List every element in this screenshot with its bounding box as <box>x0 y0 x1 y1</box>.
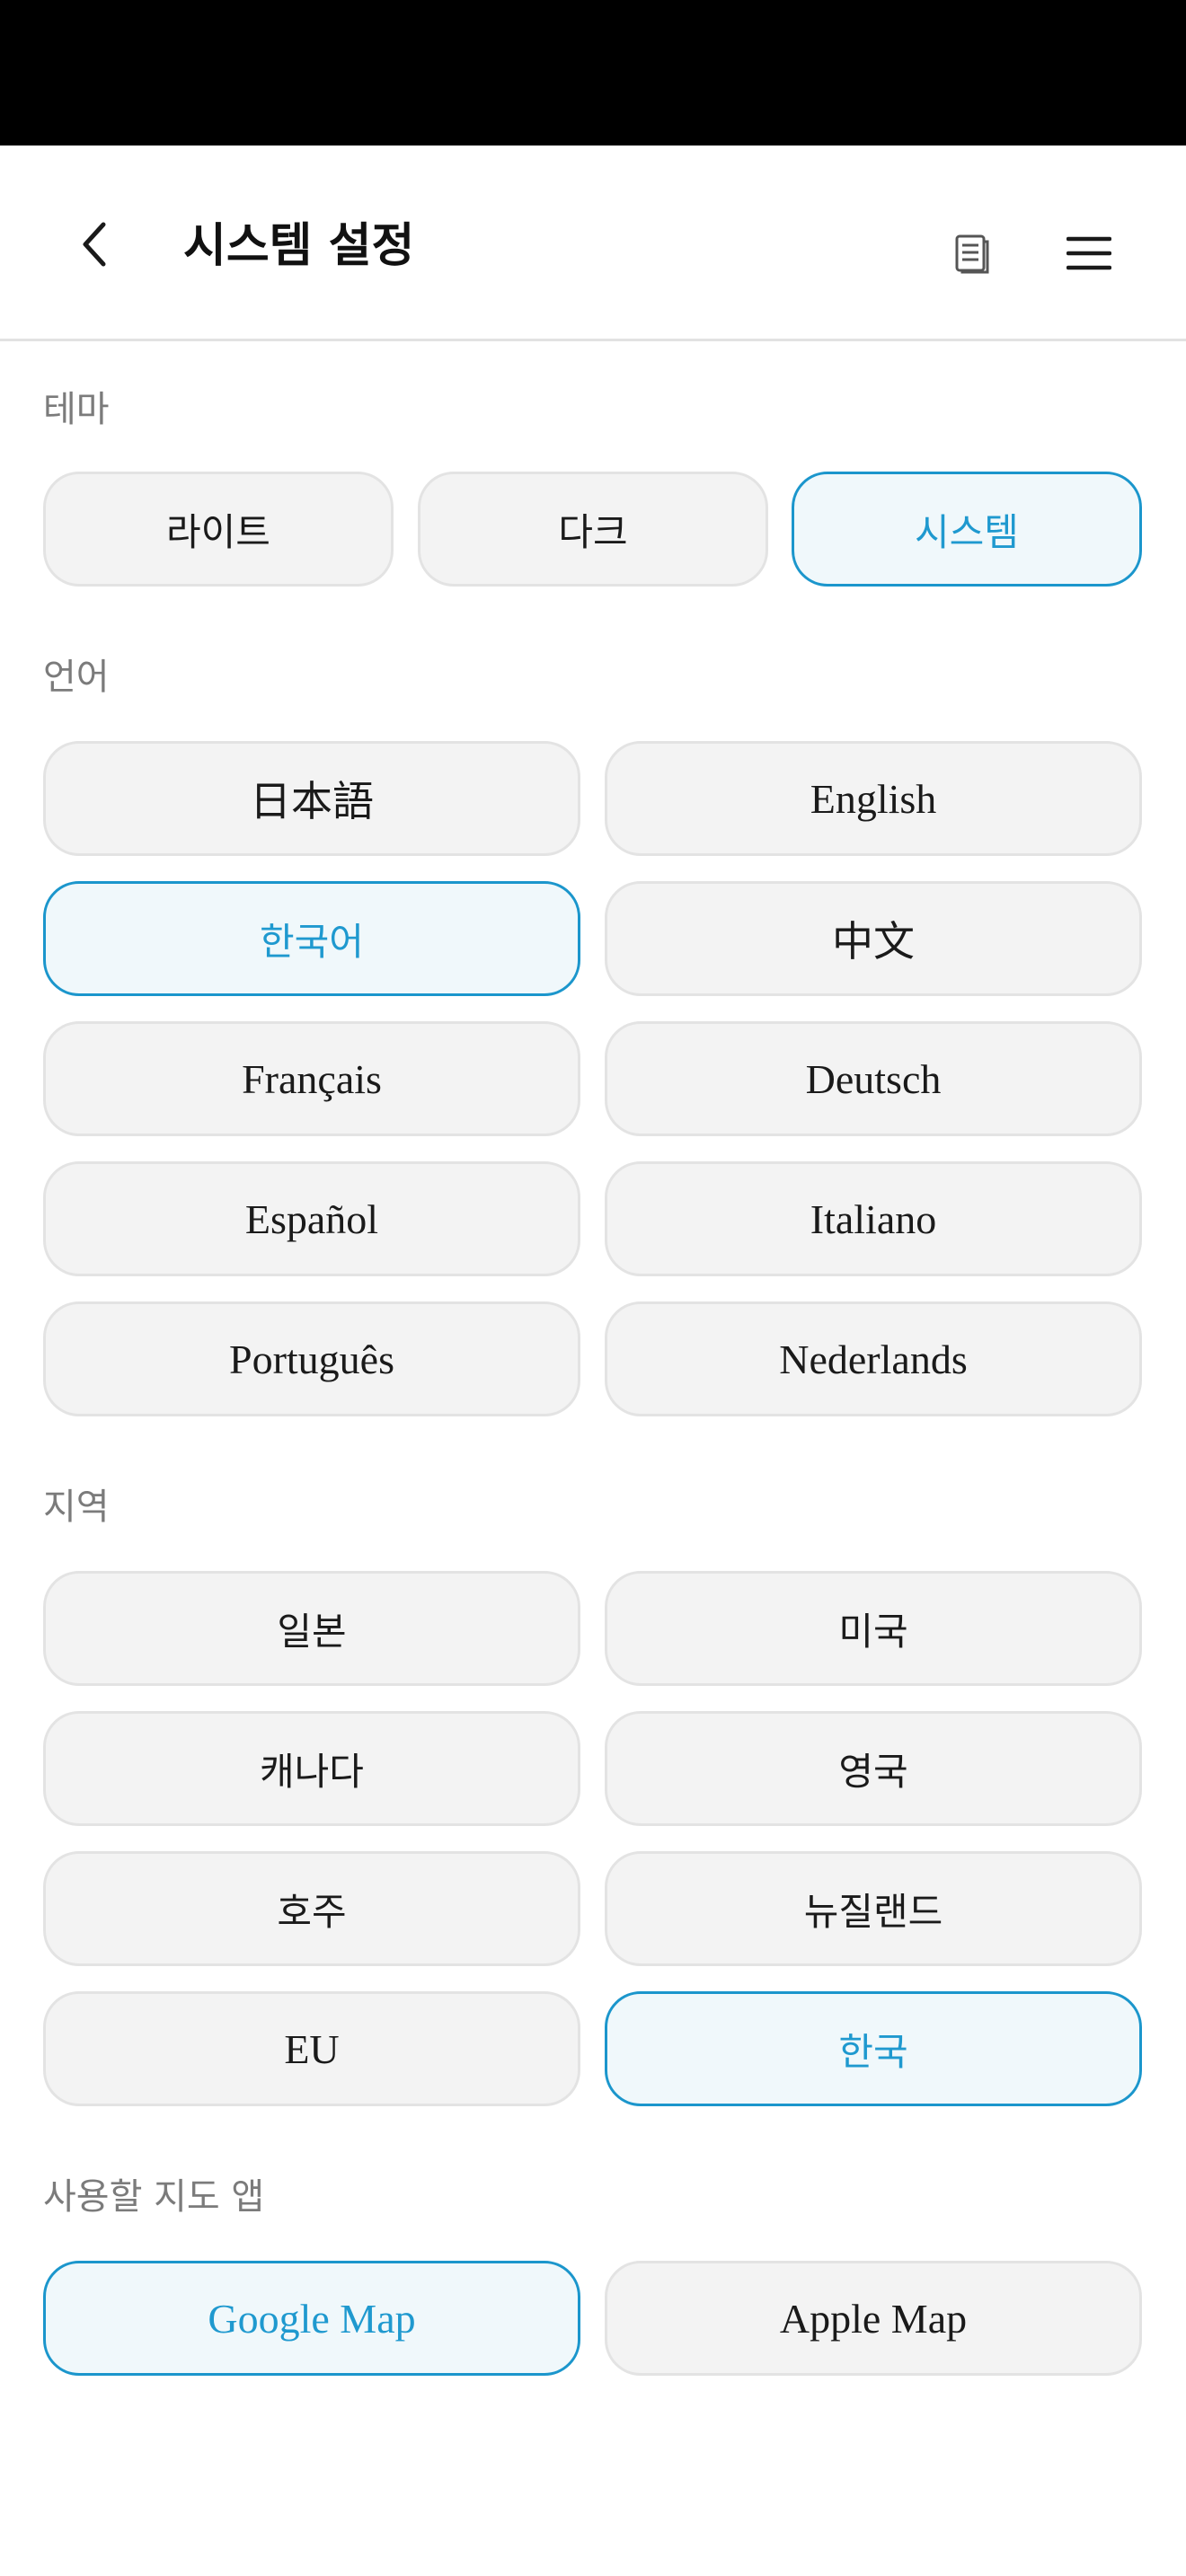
region-option-new-zealand[interactable]: 뉴질랜드 <box>605 1851 1142 1966</box>
region-option-korea[interactable]: 한국 <box>605 1991 1142 2106</box>
region-option-uk[interactable]: 영국 <box>605 1711 1142 1826</box>
region-option-australia[interactable]: 호주 <box>43 1851 580 1966</box>
map-option-apple[interactable]: Apple Map <box>605 2261 1142 2376</box>
language-option-italian[interactable]: Italiano <box>605 1161 1142 1276</box>
language-option-portuguese[interactable]: Português <box>43 1301 580 1416</box>
region-option-japan[interactable]: 일본 <box>43 1571 580 1686</box>
header: 시스템 설정 <box>0 146 1186 341</box>
menu-button[interactable] <box>1066 226 1112 280</box>
language-option-japanese[interactable]: 日本語 <box>43 741 580 856</box>
region-option-canada[interactable]: 캐나다 <box>43 1711 580 1826</box>
theme-option-light[interactable]: 라이트 <box>43 472 394 587</box>
language-option-german[interactable]: Deutsch <box>605 1021 1142 1136</box>
document-button[interactable] <box>947 226 997 280</box>
language-option-spanish[interactable]: Español <box>43 1161 580 1276</box>
language-option-chinese[interactable]: 中文 <box>605 881 1142 996</box>
theme-section-label: 테마 <box>43 389 110 430</box>
map-app-section-label: 사용할 지도 앱 <box>43 2176 265 2218</box>
document-icon <box>955 234 989 274</box>
theme-option-dark[interactable]: 다크 <box>418 472 768 587</box>
map-option-google[interactable]: Google Map <box>43 2261 580 2376</box>
page-title: 시스템 설정 <box>183 219 415 273</box>
hamburger-menu-icon <box>1067 236 1111 270</box>
language-option-english[interactable]: English <box>605 741 1142 856</box>
language-option-dutch[interactable]: Nederlands <box>605 1301 1142 1416</box>
region-section-label: 지역 <box>43 1486 110 1528</box>
language-section-label: 언어 <box>43 657 110 698</box>
chevron-left-icon <box>83 222 106 267</box>
back-button[interactable] <box>63 208 126 280</box>
region-option-eu[interactable]: EU <box>43 1991 580 2106</box>
region-option-usa[interactable]: 미국 <box>605 1571 1142 1686</box>
status-bar <box>0 0 1186 146</box>
language-option-korean[interactable]: 한국어 <box>43 881 580 996</box>
language-option-french[interactable]: Français <box>43 1021 580 1136</box>
theme-option-system[interactable]: 시스템 <box>792 472 1142 587</box>
